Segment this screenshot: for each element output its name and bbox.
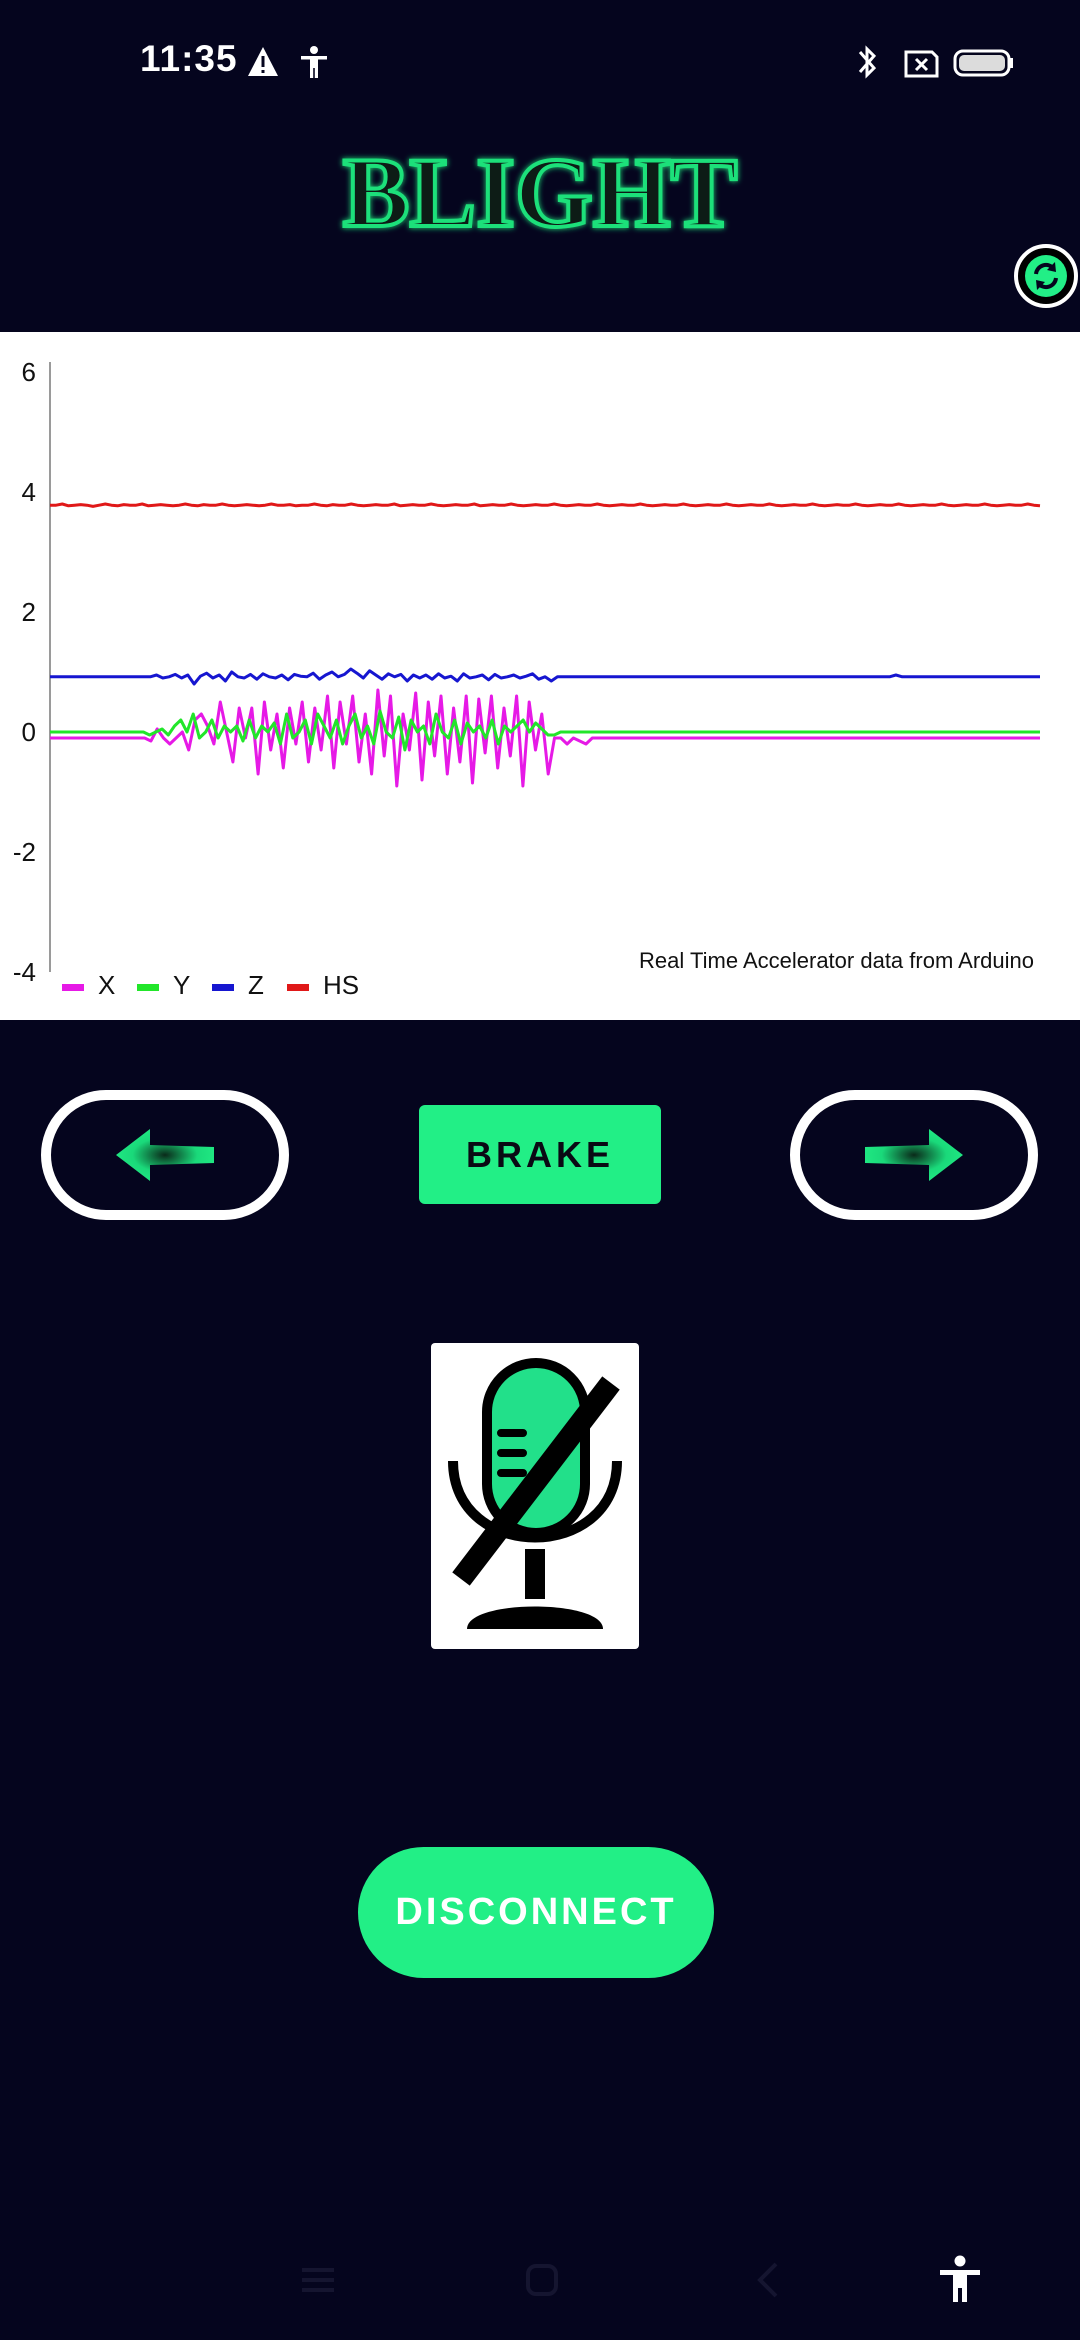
- menu-icon[interactable]: [288, 2250, 348, 2310]
- refresh-icon: [1025, 255, 1067, 297]
- chart-y-tick-label: 4: [22, 477, 36, 507]
- warning-icon: [248, 47, 278, 76]
- chart-series-z: [50, 667, 1040, 686]
- navigation-bar: [0, 2220, 1080, 2340]
- refresh-button[interactable]: [1014, 244, 1078, 308]
- microphone-button[interactable]: [431, 1343, 639, 1649]
- chart-description: Real Time Accelerator data from Arduino: [639, 948, 1034, 973]
- legend-label-y: Y: [173, 970, 190, 1000]
- chart-y-tick-label: 6: [22, 357, 36, 387]
- accessibility-nav-icon[interactable]: [930, 2250, 990, 2310]
- microphone-muted-icon: [448, 1358, 622, 1629]
- chart-y-tick-label: -2: [13, 837, 36, 867]
- no-sim-icon: [904, 50, 939, 78]
- accessibility-icon: [301, 46, 327, 78]
- chart-y-tick-label: -4: [13, 957, 36, 987]
- chart-y-tick-label: 0: [22, 717, 36, 747]
- app-logo: BLIGHT: [0, 128, 1080, 248]
- accelerometer-chart: 6 4 2 0 -2 -4 Real Time Accelerator data from…: [0, 332, 1080, 1020]
- legend-label-x: X: [98, 970, 115, 1000]
- legend-swatch-y: [137, 984, 159, 991]
- chart-series-hs: [50, 502, 1041, 508]
- app-title: BLIGHT: [343, 137, 738, 248]
- status-time: 11:35: [140, 38, 238, 79]
- left-arrow-icon: [116, 1129, 214, 1181]
- bluetooth-icon: [858, 45, 877, 79]
- back-icon[interactable]: [738, 2250, 798, 2310]
- legend-label-hs: HS: [323, 970, 359, 1000]
- battery-icon: [953, 49, 1013, 77]
- disconnect-button[interactable]: DISCONNECT: [358, 1847, 714, 1978]
- left-button[interactable]: [41, 1090, 289, 1220]
- chart-y-tick-label: 2: [22, 597, 36, 627]
- brake-button[interactable]: BRAKE: [419, 1105, 661, 1204]
- status-bar: 11:35: [0, 0, 1080, 126]
- right-arrow-icon: [865, 1129, 963, 1181]
- legend-swatch-z: [212, 984, 234, 991]
- legend-label-z: Z: [248, 970, 264, 1000]
- right-button[interactable]: [790, 1090, 1038, 1220]
- home-icon[interactable]: [512, 2250, 572, 2310]
- legend-swatch-hs: [287, 984, 309, 991]
- legend-swatch-x: [62, 984, 84, 991]
